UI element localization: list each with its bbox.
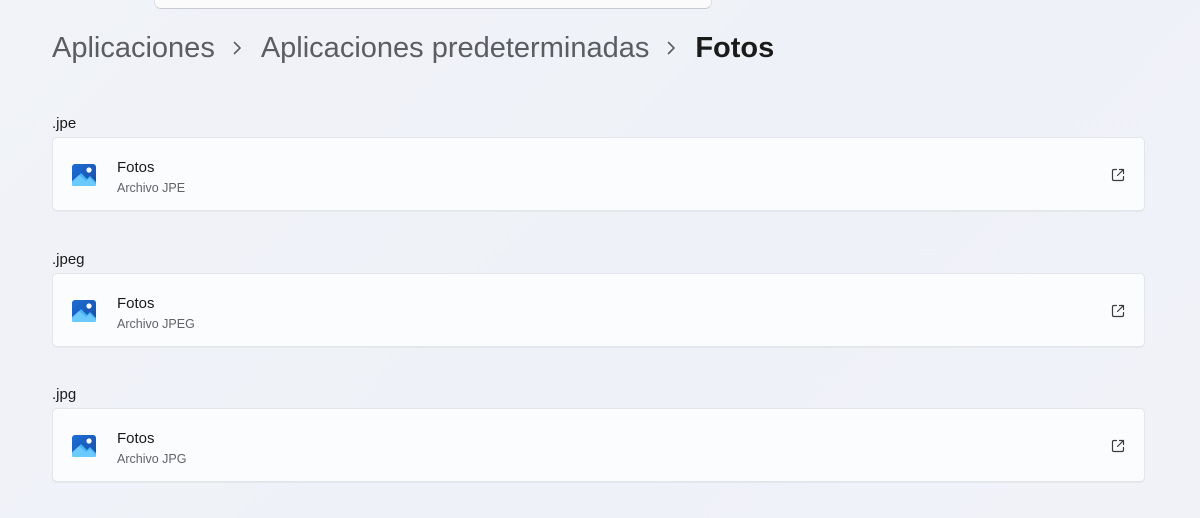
file-type-description: Archivo JPE bbox=[117, 181, 186, 195]
chevron-right-icon bbox=[215, 28, 261, 68]
search-input[interactable] bbox=[154, 0, 712, 9]
open-external-icon[interactable] bbox=[1110, 167, 1126, 183]
photos-app-icon bbox=[72, 164, 96, 186]
app-name: Fotos bbox=[117, 430, 155, 447]
association-card[interactable]: Fotos Archivo JPE bbox=[52, 137, 1145, 211]
extension-label: .jpg bbox=[52, 386, 77, 403]
file-type-description: Archivo JPEG bbox=[117, 317, 195, 331]
app-name: Fotos bbox=[117, 159, 155, 176]
breadcrumb: Aplicaciones Aplicaciones predeterminada… bbox=[52, 28, 774, 68]
extension-label: .jpe bbox=[52, 115, 77, 132]
association-card[interactable]: Fotos Archivo JPEG bbox=[52, 273, 1145, 347]
open-external-icon[interactable] bbox=[1110, 303, 1126, 319]
extension-label: .jpeg bbox=[52, 251, 85, 268]
file-type-description: Archivo JPG bbox=[117, 452, 187, 466]
open-external-icon[interactable] bbox=[1110, 438, 1126, 454]
chevron-right-icon bbox=[649, 28, 695, 68]
association-section-jpeg: .jpeg Fotos Archivo JPEG bbox=[52, 251, 1145, 347]
photos-app-icon bbox=[72, 435, 96, 457]
app-name: Fotos bbox=[117, 295, 155, 312]
association-card[interactable]: Fotos Archivo JPG bbox=[52, 408, 1145, 482]
breadcrumb-item-current: Fotos bbox=[695, 32, 775, 64]
breadcrumb-item-aplicaciones-predeterminadas[interactable]: Aplicaciones predeterminadas bbox=[261, 28, 650, 68]
association-section-jpg: .jpg Fotos Archivo JPG bbox=[52, 386, 1145, 482]
association-section-jpe: .jpe Fotos Archivo JPE bbox=[52, 115, 1145, 211]
breadcrumb-item-aplicaciones[interactable]: Aplicaciones bbox=[52, 28, 215, 68]
photos-app-icon bbox=[72, 300, 96, 322]
